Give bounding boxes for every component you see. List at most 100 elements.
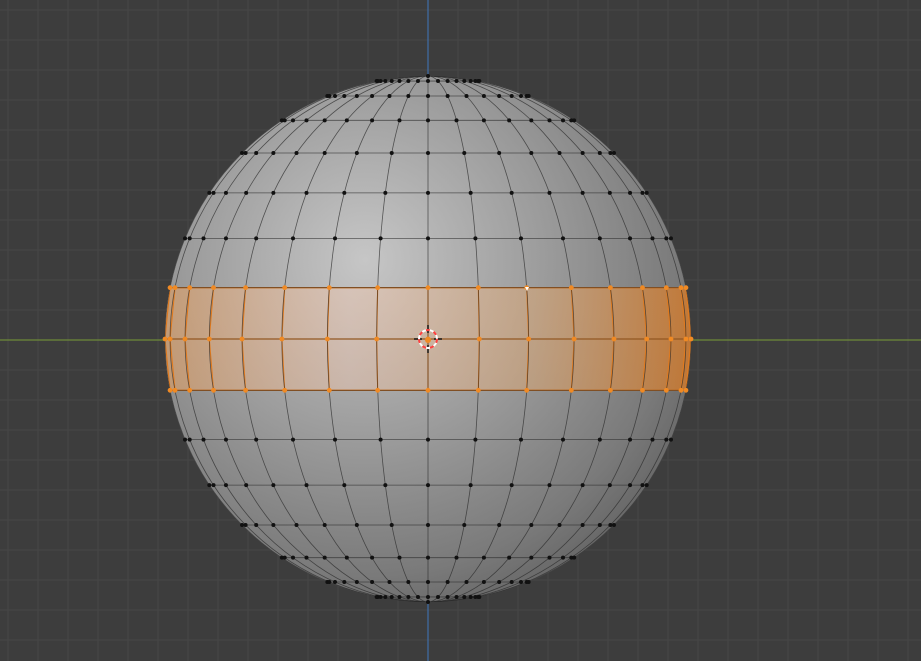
selected-vertex[interactable] xyxy=(282,285,288,291)
vertex[interactable] xyxy=(294,151,299,156)
selected-vertex[interactable] xyxy=(688,336,694,342)
selected-vertex[interactable] xyxy=(607,285,613,291)
vertex[interactable] xyxy=(327,94,332,99)
vertex[interactable] xyxy=(518,579,523,584)
vertex[interactable] xyxy=(426,236,430,241)
vertex[interactable] xyxy=(378,594,383,599)
vertex[interactable] xyxy=(342,94,347,99)
vertex[interactable] xyxy=(462,522,467,527)
vertex[interactable] xyxy=(201,236,206,241)
vertex[interactable] xyxy=(244,483,249,488)
vertex[interactable] xyxy=(254,236,259,241)
vertex[interactable] xyxy=(597,151,602,156)
selected-vertex[interactable] xyxy=(683,336,689,342)
vertex[interactable] xyxy=(426,579,430,584)
vertex[interactable] xyxy=(597,522,602,527)
vertex[interactable] xyxy=(529,151,534,156)
selected-vertex[interactable] xyxy=(187,285,193,291)
vertex[interactable] xyxy=(426,79,430,84)
vertex[interactable] xyxy=(445,79,450,84)
vertex[interactable] xyxy=(271,483,276,488)
selected-vertex[interactable] xyxy=(324,336,330,342)
selected-vertex[interactable] xyxy=(326,387,332,393)
selected-vertex[interactable] xyxy=(640,285,645,291)
vertex[interactable] xyxy=(387,94,392,99)
selected-vertex[interactable] xyxy=(663,285,669,291)
vertex[interactable] xyxy=(415,594,420,599)
vertex[interactable] xyxy=(406,94,411,99)
selected-vertex[interactable] xyxy=(640,387,645,393)
selected-vertex[interactable] xyxy=(476,336,482,342)
vertex[interactable] xyxy=(547,118,552,123)
vertex[interactable] xyxy=(518,94,523,99)
vertex[interactable] xyxy=(354,522,359,527)
vertex[interactable] xyxy=(509,579,514,584)
vertex[interactable] xyxy=(668,437,673,442)
vertex[interactable] xyxy=(271,190,276,195)
vertex[interactable] xyxy=(426,483,430,488)
selected-vertex[interactable] xyxy=(211,285,216,291)
vertex[interactable] xyxy=(580,522,585,527)
vertex[interactable] xyxy=(650,236,655,241)
vertex[interactable] xyxy=(497,151,502,156)
vertex[interactable] xyxy=(529,118,534,123)
vertex[interactable] xyxy=(322,555,327,560)
selected-vertex[interactable] xyxy=(211,387,216,393)
vertex[interactable] xyxy=(240,151,245,156)
vertex[interactable] xyxy=(607,483,612,488)
vertex[interactable] xyxy=(223,236,228,241)
vertex[interactable] xyxy=(254,151,259,156)
selected-vertex[interactable] xyxy=(187,387,193,393)
selected-vertex[interactable] xyxy=(475,387,481,393)
selected-vertex[interactable] xyxy=(571,336,577,342)
selected-vertex[interactable] xyxy=(167,336,173,342)
vertex[interactable] xyxy=(244,190,249,195)
object-origin-icon[interactable] xyxy=(425,337,431,343)
selected-vertex[interactable] xyxy=(243,387,249,393)
selected-vertex[interactable] xyxy=(326,285,332,291)
selected-vertex[interactable] xyxy=(683,387,689,393)
vertex[interactable] xyxy=(383,190,388,195)
vertex[interactable] xyxy=(426,74,430,78)
selected-vertex[interactable] xyxy=(644,336,650,342)
vertex[interactable] xyxy=(454,555,459,560)
vertex[interactable] xyxy=(426,151,430,156)
selected-vertex[interactable] xyxy=(162,336,168,342)
vertex[interactable] xyxy=(383,483,388,488)
vertex[interactable] xyxy=(243,151,248,156)
vertex[interactable] xyxy=(187,437,192,442)
vertex[interactable] xyxy=(462,594,467,599)
selected-vertex[interactable] xyxy=(282,387,288,393)
vertex[interactable] xyxy=(557,522,562,527)
vertex[interactable] xyxy=(611,522,616,527)
vertex[interactable] xyxy=(572,555,577,560)
vertex[interactable] xyxy=(445,579,450,584)
vertex[interactable] xyxy=(370,118,375,123)
vertex[interactable] xyxy=(468,483,473,488)
selected-vertex[interactable] xyxy=(611,336,617,342)
selected-vertex[interactable] xyxy=(607,387,613,393)
vertex[interactable] xyxy=(354,151,359,156)
vertex[interactable] xyxy=(468,79,473,84)
selected-vertex[interactable] xyxy=(167,285,173,291)
vertex[interactable] xyxy=(560,118,565,123)
vertex[interactable] xyxy=(481,118,486,123)
vertex[interactable] xyxy=(628,236,633,241)
vertex[interactable] xyxy=(378,79,383,84)
vertex[interactable] xyxy=(282,555,287,560)
vertex[interactable] xyxy=(436,79,441,84)
vertex[interactable] xyxy=(547,555,552,560)
vertex[interactable] xyxy=(454,79,459,84)
selected-vertex[interactable] xyxy=(475,285,481,291)
vertex[interactable] xyxy=(304,555,309,560)
vertex[interactable] xyxy=(378,236,383,241)
vertex[interactable] xyxy=(304,118,309,123)
vertex[interactable] xyxy=(327,579,332,584)
selected-vertex[interactable] xyxy=(524,387,530,393)
vertex[interactable] xyxy=(304,190,309,195)
vertex[interactable] xyxy=(473,437,478,442)
selected-vertex[interactable] xyxy=(172,387,178,393)
vertex[interactable] xyxy=(650,437,655,442)
vertex[interactable] xyxy=(473,236,478,241)
vertex[interactable] xyxy=(477,79,482,84)
